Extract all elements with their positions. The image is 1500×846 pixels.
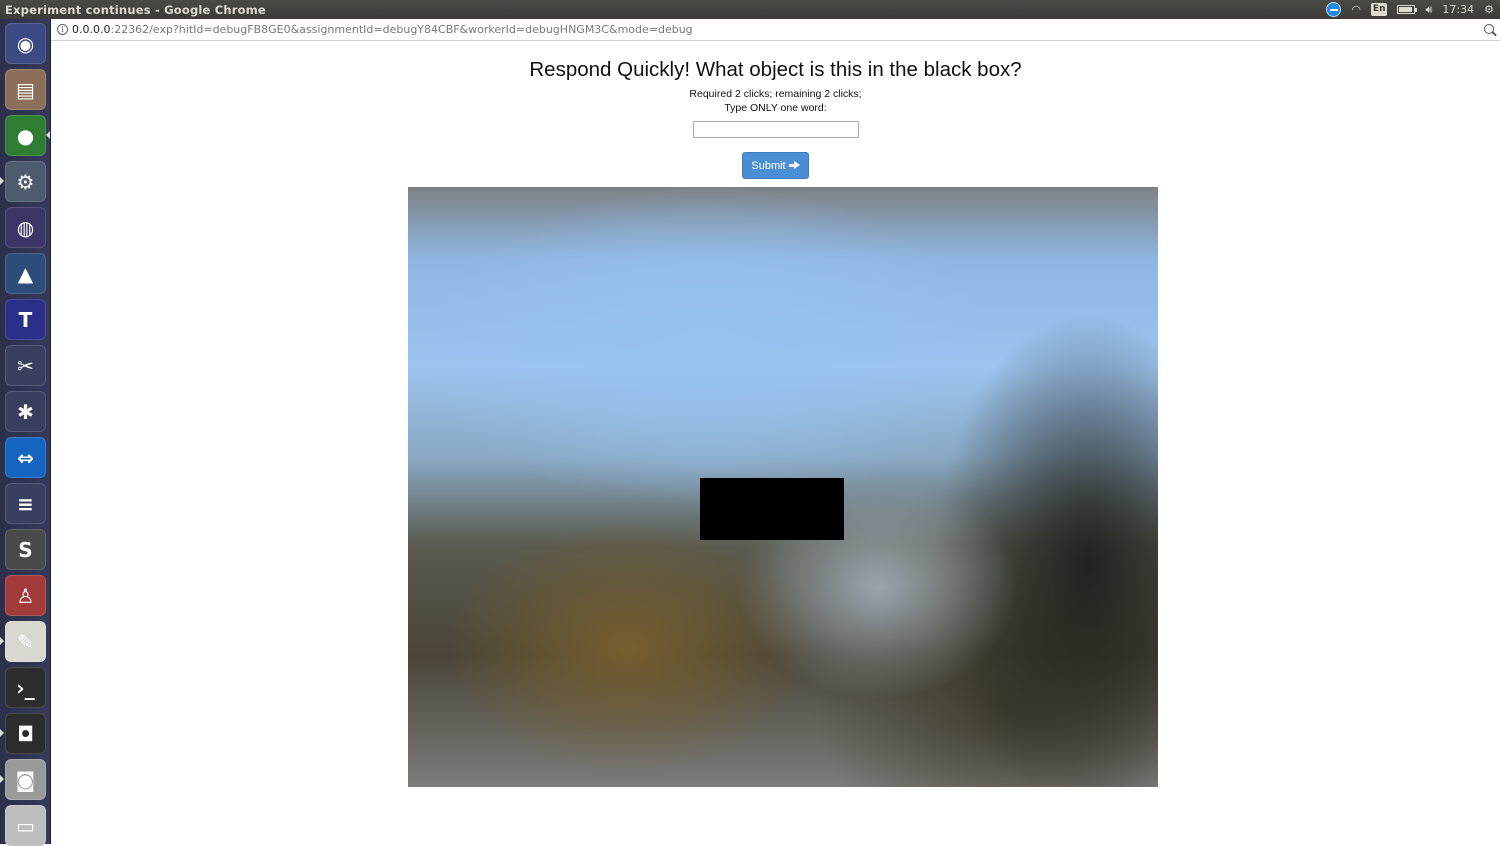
running-indicator xyxy=(0,729,4,737)
wifi-icon[interactable]: ◠ xyxy=(1351,0,1361,19)
answer-input[interactable] xyxy=(693,121,859,138)
launcher-stack-app-icon[interactable]: ≡ xyxy=(5,483,46,524)
launcher-teamviewer-icon[interactable]: ⇔ xyxy=(5,437,46,478)
site-info-icon[interactable]: i xyxy=(57,24,68,35)
launcher-texmaker-icon[interactable]: T xyxy=(5,299,46,340)
keyboard-lang-label: En xyxy=(1370,3,1388,16)
system-tray: ◠ En 🔊︎ 17:34 ⚙ xyxy=(1326,0,1494,19)
launcher: ◉ ▤ ● ⚙ ◍ ▲ T ✂ ✱ ⇔ ≡ S ♙ ✎ ›_ ◘ ◙ ▭ xyxy=(0,19,51,846)
url-text[interactable]: 0.0.0.0:22362/exp?hitId=debugFB8GE0&assi… xyxy=(72,23,693,36)
teamviewer-icon xyxy=(1326,2,1342,17)
keyboard-layout-indicator[interactable]: En xyxy=(1370,0,1388,19)
power-gear-icon[interactable]: ⚙ xyxy=(1484,0,1494,19)
page-title: Respond Quickly! What object is this in … xyxy=(529,58,1022,81)
submit-label: Submit xyxy=(751,159,786,172)
experiment-page: Respond Quickly! What object is this in … xyxy=(51,41,1500,844)
address-bar[interactable]: i 0.0.0.0:22362/exp?hitId=debugFB8GE0&as… xyxy=(51,19,1500,41)
launcher-system-settings-icon[interactable]: ⚙ xyxy=(5,161,46,202)
arrow-right-icon xyxy=(788,161,800,170)
battery-icon[interactable] xyxy=(1397,0,1418,19)
launcher-screenshot-camera-icon[interactable]: ◙ xyxy=(5,759,46,800)
launcher-chrome-icon[interactable]: ● xyxy=(5,115,46,156)
teamviewer-tray-icon[interactable] xyxy=(1326,0,1342,19)
launcher-webcam-tool-icon[interactable]: ✱ xyxy=(5,391,46,432)
launcher-eclipse-icon[interactable]: ◍ xyxy=(5,207,46,248)
volume-icon[interactable]: 🔊︎ xyxy=(1425,0,1432,19)
running-indicator xyxy=(0,637,4,645)
launcher-speaker-app-icon[interactable]: ◘ xyxy=(5,713,46,754)
focused-indicator xyxy=(46,131,50,139)
clicks-status: Required 2 clicks; remaining 2 clicks; xyxy=(689,88,862,100)
launcher-ubuntu-dash-icon[interactable]: ◉ xyxy=(5,23,46,64)
clock[interactable]: 17:34 xyxy=(1442,0,1474,19)
window-title: Experiment continues - Google Chrome xyxy=(5,2,266,17)
instruction-label: Type ONLY one word: xyxy=(724,102,827,114)
launcher-wine-icon[interactable]: ♙ xyxy=(5,575,46,616)
blurred-stimulus-image[interactable] xyxy=(408,187,1158,787)
zoom-icon[interactable] xyxy=(1484,24,1494,34)
url-host: 0.0.0.0 xyxy=(72,23,111,36)
submit-button[interactable]: Submit xyxy=(742,152,809,179)
launcher-drive-icon[interactable]: ▭ xyxy=(5,805,46,846)
launcher-matlab-icon[interactable]: ▲ xyxy=(5,253,46,294)
battery-level-icon xyxy=(1397,5,1418,14)
top-panel: Experiment continues - Google Chrome ◠ E… xyxy=(0,0,1500,19)
launcher-terminal-icon[interactable]: ›_ xyxy=(5,667,46,708)
launcher-sublime-text-icon[interactable]: S xyxy=(5,529,46,570)
black-box-occluder xyxy=(700,478,844,540)
running-indicator xyxy=(0,775,4,783)
launcher-text-editor-icon[interactable]: ✎ xyxy=(5,621,46,662)
launcher-scissors-icon[interactable]: ✂ xyxy=(5,345,46,386)
running-indicator xyxy=(0,177,4,185)
url-path: :22362/exp?hitId=debugFB8GE0&assignmentI… xyxy=(110,23,693,36)
launcher-files-icon[interactable]: ▤ xyxy=(5,69,46,110)
